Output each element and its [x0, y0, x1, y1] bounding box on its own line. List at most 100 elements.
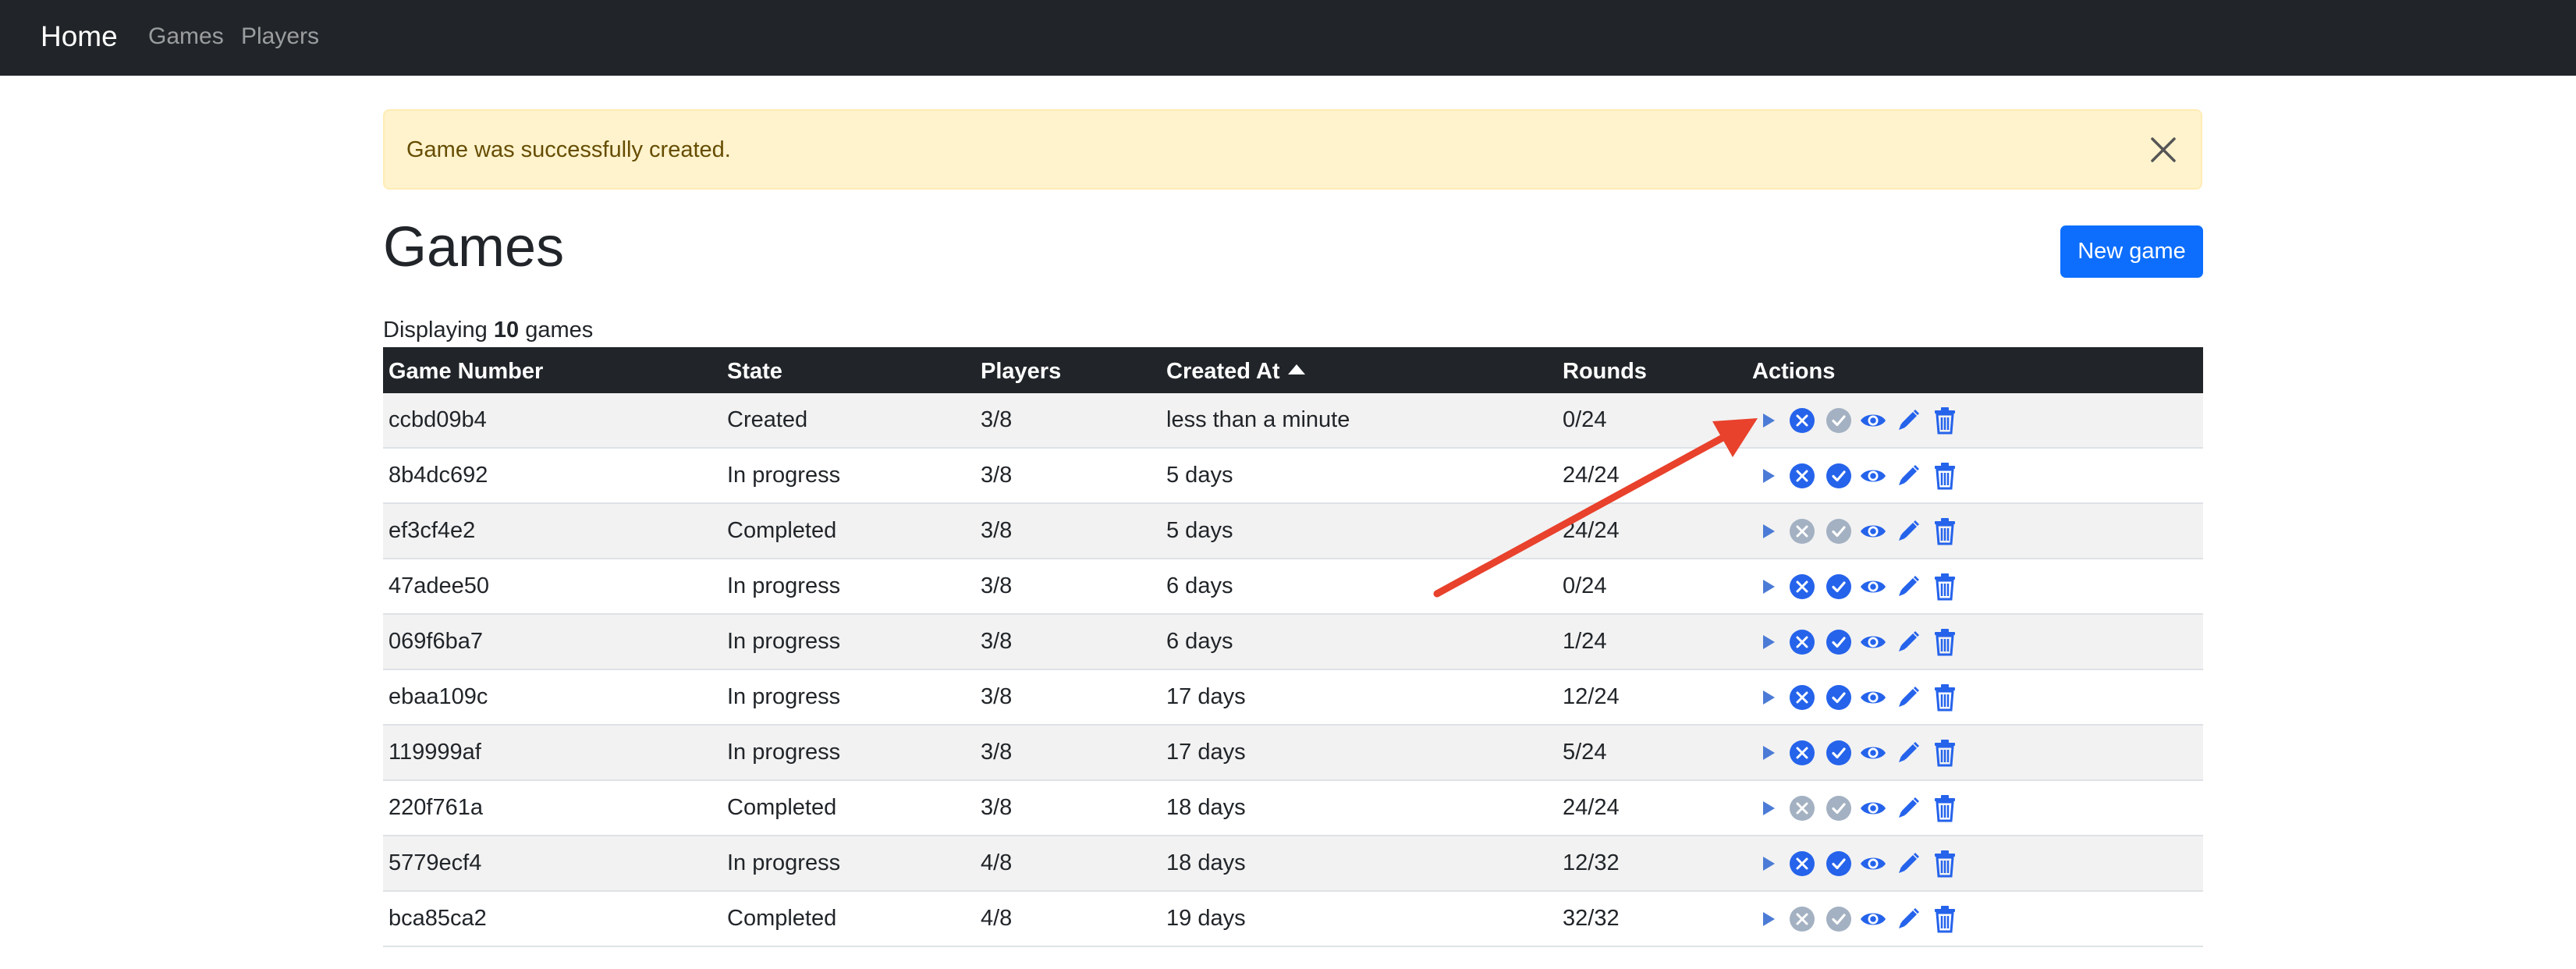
header-actions: Actions [1752, 359, 1836, 384]
complete-icon [1824, 793, 1854, 824]
edit-icon[interactable] [1893, 516, 1923, 547]
cell-game-number: ef3cf4e2 [389, 518, 476, 543]
new-game-button[interactable]: New game [2060, 225, 2203, 278]
cell-players: 4/8 [981, 850, 1013, 875]
delete-icon[interactable] [1930, 903, 1960, 935]
row-actions [1754, 903, 1957, 935]
cell-game-number: 119999af [389, 740, 481, 765]
complete-icon[interactable] [1824, 848, 1854, 879]
sort-ascending-icon [1287, 364, 1305, 374]
cancel-icon[interactable] [1787, 682, 1817, 713]
cancel-icon[interactable] [1787, 626, 1817, 658]
edit-icon[interactable] [1893, 903, 1923, 935]
cancel-icon [1787, 903, 1817, 935]
cell-created-at: 19 days [1166, 906, 1246, 931]
complete-icon[interactable] [1824, 571, 1854, 602]
delete-icon[interactable] [1930, 516, 1960, 547]
play-icon[interactable] [1754, 626, 1783, 658]
cancel-icon[interactable] [1787, 737, 1817, 768]
cancel-icon[interactable] [1787, 460, 1817, 492]
cell-state: In progress [727, 629, 841, 654]
complete-icon [1824, 405, 1854, 436]
delete-icon[interactable] [1930, 460, 1960, 492]
nav-link-players[interactable]: Players [241, 20, 319, 53]
cancel-icon[interactable] [1787, 848, 1817, 879]
play-icon[interactable] [1754, 571, 1783, 602]
cancel-icon [1787, 793, 1817, 824]
view-icon[interactable] [1858, 626, 1888, 658]
delete-icon[interactable] [1930, 848, 1960, 879]
cell-game-number: 220f761a [389, 795, 483, 820]
view-icon[interactable] [1858, 460, 1888, 492]
view-icon[interactable] [1858, 848, 1888, 879]
view-icon[interactable] [1858, 405, 1888, 436]
play-icon[interactable] [1754, 516, 1783, 547]
header-players[interactable]: Players [981, 357, 1061, 385]
close-icon[interactable] [2148, 134, 2179, 165]
view-icon[interactable] [1858, 793, 1888, 824]
edit-icon[interactable] [1893, 626, 1923, 658]
cell-created-at: 17 days [1166, 684, 1246, 709]
complete-icon[interactable] [1824, 682, 1854, 713]
edit-icon[interactable] [1893, 737, 1923, 768]
play-icon[interactable] [1754, 682, 1783, 713]
cell-rounds: 32/32 [1563, 906, 1620, 931]
brand-home-link[interactable]: Home [41, 17, 118, 56]
edit-icon[interactable] [1893, 460, 1923, 492]
view-icon[interactable] [1858, 737, 1888, 768]
edit-icon[interactable] [1893, 405, 1923, 436]
row-actions [1754, 848, 1957, 879]
edit-icon[interactable] [1893, 571, 1923, 602]
table-row: 47adee50 In progress 3/8 6 days 0/24 [383, 559, 2203, 615]
complete-icon[interactable] [1824, 737, 1854, 768]
table-row: ccbd09b4 Created 3/8 less than a minute 0/24 [383, 393, 2203, 449]
count-prefix: Displaying [383, 318, 488, 343]
table-row: 119999af In progress 3/8 17 days 5/24 [383, 726, 2203, 781]
cell-state: In progress [727, 573, 841, 598]
delete-icon[interactable] [1930, 793, 1960, 824]
table-row: 8b4dc692 In progress 3/8 5 days 24/24 [383, 449, 2203, 504]
view-icon[interactable] [1858, 903, 1888, 935]
cell-created-at: less than a minute [1166, 407, 1350, 432]
play-icon[interactable] [1754, 460, 1783, 492]
header-rounds[interactable]: Rounds [1563, 357, 1647, 385]
play-icon[interactable] [1754, 903, 1783, 935]
delete-icon[interactable] [1930, 626, 1960, 658]
nav-link-games[interactable]: Games [148, 20, 224, 53]
play-icon[interactable] [1754, 737, 1783, 768]
cell-created-at: 5 days [1166, 518, 1233, 543]
play-icon[interactable] [1754, 848, 1783, 879]
cell-rounds: 1/24 [1563, 629, 1607, 654]
cancel-icon[interactable] [1787, 571, 1817, 602]
view-icon[interactable] [1858, 571, 1888, 602]
edit-icon[interactable] [1893, 848, 1923, 879]
play-icon[interactable] [1754, 405, 1783, 436]
delete-icon[interactable] [1930, 571, 1960, 602]
header-state[interactable]: State [727, 357, 782, 385]
cell-rounds: 0/24 [1563, 407, 1607, 432]
cancel-icon [1787, 516, 1817, 547]
complete-icon[interactable] [1824, 460, 1854, 492]
edit-icon[interactable] [1893, 793, 1923, 824]
cell-players: 3/8 [981, 740, 1013, 765]
complete-icon[interactable] [1824, 626, 1854, 658]
cell-created-at: 17 days [1166, 740, 1246, 765]
delete-icon[interactable] [1930, 682, 1960, 713]
view-icon[interactable] [1858, 516, 1888, 547]
table-row: bca85ca2 Completed 4/8 19 days 32/32 [383, 892, 2203, 947]
header-game-number[interactable]: Game Number [389, 357, 543, 385]
delete-icon[interactable] [1930, 405, 1960, 436]
header-created-at[interactable]: Created At [1166, 357, 1305, 385]
view-icon[interactable] [1858, 682, 1888, 713]
delete-icon[interactable] [1930, 737, 1960, 768]
cell-state: Completed [727, 518, 837, 543]
success-alert: Game was successfully created. [383, 109, 2202, 190]
cancel-icon[interactable] [1787, 405, 1817, 436]
edit-icon[interactable] [1893, 682, 1923, 713]
cell-rounds: 12/24 [1563, 684, 1620, 709]
cell-state: In progress [727, 740, 841, 765]
cell-players: 3/8 [981, 463, 1013, 488]
play-icon[interactable] [1754, 793, 1783, 824]
cell-state: Created [727, 407, 808, 432]
alert-message: Game was successfully created. [406, 137, 731, 162]
